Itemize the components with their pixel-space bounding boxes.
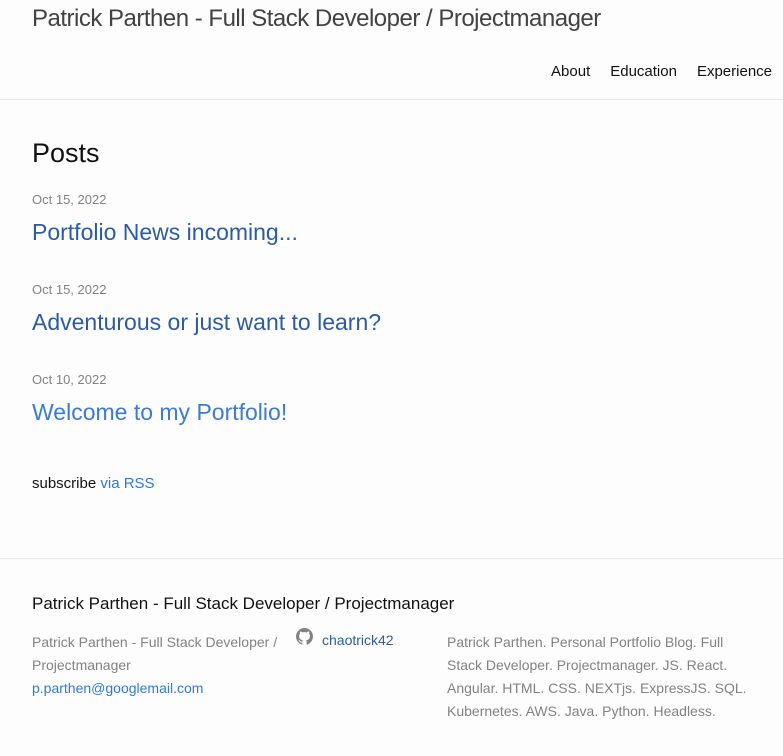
footer-social: chaotrick42 bbox=[296, 628, 436, 652]
nav-item-experience[interactable]: Experience bbox=[697, 61, 772, 83]
footer-name: Patrick Parthen - Full Stack Developer /… bbox=[32, 634, 278, 673]
nav-item-education[interactable]: Education bbox=[610, 61, 677, 83]
footer-email-link[interactable]: p.parthen@googlemail.com bbox=[32, 680, 203, 696]
site-footer: Patrick Parthen - Full Stack Developer /… bbox=[0, 558, 783, 756]
site-header: Patrick Parthen - Full Stack Developer /… bbox=[0, 0, 783, 100]
post-link[interactable]: Adventurous or just want to learn? bbox=[32, 307, 381, 337]
github-icon bbox=[296, 628, 313, 652]
post-link[interactable]: Portfolio News incoming... bbox=[32, 217, 298, 247]
post-item: Oct 15, 2022 Portfolio News incoming... bbox=[32, 191, 298, 247]
posts-heading: Posts bbox=[32, 138, 100, 168]
site-nav: About Education Experience bbox=[551, 61, 772, 83]
subscribe-label: subscribe bbox=[32, 475, 97, 492]
post-link[interactable]: Welcome to my Portfolio! bbox=[32, 397, 287, 427]
post-item: Oct 10, 2022 Welcome to my Portfolio! bbox=[32, 371, 287, 427]
post-date: Oct 15, 2022 bbox=[32, 282, 107, 297]
footer-description: Patrick Parthen. Personal Portfolio Blog… bbox=[447, 634, 747, 719]
footer-contact: Patrick Parthen - Full Stack Developer /… bbox=[32, 631, 287, 700]
github-link[interactable]: chaotrick42 bbox=[296, 628, 436, 652]
post-item: Oct 15, 2022 Adventurous or just want to… bbox=[32, 281, 381, 337]
rss-link[interactable]: via RSS bbox=[100, 475, 154, 492]
post-date: Oct 15, 2022 bbox=[32, 192, 107, 207]
github-username: chaotrick42 bbox=[322, 631, 394, 648]
post-date: Oct 10, 2022 bbox=[32, 372, 107, 387]
nav-item-about[interactable]: About bbox=[551, 61, 590, 83]
footer-heading: Patrick Parthen - Full Stack Developer /… bbox=[32, 594, 455, 613]
site-title-link[interactable]: Patrick Parthen - Full Stack Developer /… bbox=[32, 3, 601, 35]
rss-subscribe: subscribe via RSS bbox=[32, 473, 155, 495]
